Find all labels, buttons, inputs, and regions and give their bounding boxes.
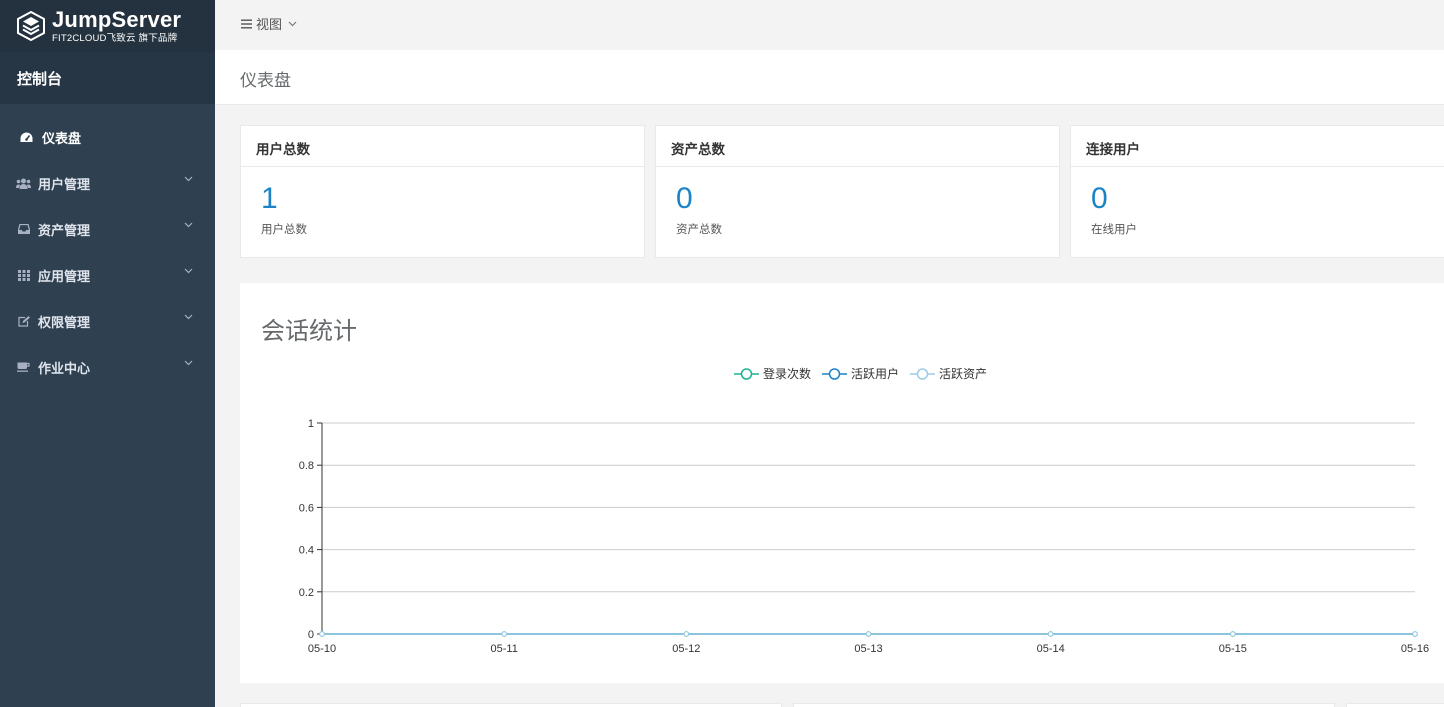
- x-tick-label: 05-11: [491, 643, 518, 655]
- legend-item-active-users[interactable]: 活跃用户: [822, 365, 899, 382]
- x-tick-label: 05-16: [1401, 643, 1429, 655]
- sidebar-item-label: 资产管理: [38, 222, 91, 238]
- users-icon: [16, 176, 31, 191]
- card-title: 资产总数: [656, 126, 1059, 167]
- grid-icon: [16, 268, 31, 283]
- sidebar-item-label: 应用管理: [38, 268, 91, 284]
- session-stats-panel: 0 0.2 0.4 0.6 0.8 1 05-10 05-11 05-12 05-13 05-14 0…: [240, 283, 1444, 683]
- y-tick-label: 1: [308, 418, 314, 430]
- x-tick-label: 05-13: [854, 643, 882, 655]
- x-tick-label: 05-12: [672, 643, 700, 655]
- card-subtitle: 资产总数: [676, 224, 722, 236]
- brand[interactable]: JumpServer FIT2CLOUD飞致云 旗下品牌: [0, 0, 215, 52]
- legend-item-active-assets[interactable]: 活跃资产: [910, 365, 987, 382]
- chart-title: 会话统计: [261, 318, 357, 345]
- bottom-panel-left: [240, 703, 782, 707]
- menu-icon: [241, 19, 252, 28]
- x-tick-label: 05-15: [1219, 643, 1247, 655]
- coffee-icon: [16, 360, 31, 375]
- bottom-panel-right: [1346, 703, 1444, 707]
- legend-label: 登录次数: [763, 367, 812, 381]
- data-point: [865, 631, 872, 637]
- x-tick-label: 05-10: [308, 643, 336, 655]
- legend-item-login-count[interactable]: 登录次数: [734, 365, 811, 382]
- legend-marker-icon: [734, 367, 759, 380]
- sidebar-item-dashboard[interactable]: 仪表盘: [0, 114, 215, 160]
- console-label: 控制台: [0, 52, 215, 104]
- card-subtitle: 在线用户: [1091, 224, 1137, 236]
- data-point: [501, 631, 507, 637]
- sidebar-item-permission-management[interactable]: 权限管理: [0, 298, 215, 344]
- session-stats-chart: 0 0.2 0.4 0.6 0.8 1 05-10 05-11 05-12 05-13 05-14 0…: [299, 418, 1429, 655]
- chevron-down-icon: [184, 360, 193, 366]
- stat-card-total-users: 用户总数 1 用户总数: [240, 125, 645, 258]
- legend-label: 活跃资产: [939, 367, 988, 381]
- view-menu-label: 视图: [256, 17, 283, 32]
- bottom-panel-middle: [793, 703, 1335, 707]
- data-point: [319, 631, 325, 637]
- sidebar-item-label: 作业中心: [38, 360, 91, 376]
- chevron-down-icon: [288, 21, 297, 27]
- y-tick-label: 0.8: [299, 460, 314, 472]
- top-navbar: 视图: [215, 0, 1444, 50]
- y-tick-label: 0: [308, 629, 314, 641]
- stat-card-connected-users: 连接用户 0 在线用户: [1070, 125, 1444, 258]
- x-tick-label: 05-14: [1037, 643, 1065, 655]
- jumpserver-logo-icon: [17, 11, 45, 41]
- y-tick-label: 0.4: [299, 545, 314, 557]
- stat-card-total-assets: 资产总数 0 资产总数: [655, 125, 1060, 258]
- sidebar-item-label: 仪表盘: [42, 130, 82, 146]
- inbox-icon: [16, 222, 31, 237]
- view-menu-button[interactable]: 视图: [241, 14, 297, 33]
- brand-subtitle: FIT2CLOUD飞致云 旗下品牌: [52, 32, 178, 44]
- chevron-down-icon: [184, 314, 193, 320]
- data-point: [1230, 631, 1236, 637]
- card-value[interactable]: 0: [676, 184, 693, 214]
- edit-icon: [16, 314, 31, 329]
- page-title: 仪表盘: [240, 71, 291, 90]
- page-heading: 仪表盘: [215, 50, 1444, 105]
- data-point: [683, 631, 690, 637]
- card-value[interactable]: 1: [261, 184, 278, 214]
- sidebar-item-label: 用户管理: [38, 176, 91, 192]
- sidebar-item-asset-management[interactable]: 资产管理: [0, 206, 215, 252]
- card-title: 连接用户: [1071, 126, 1444, 167]
- chevron-down-icon: [184, 268, 193, 274]
- sidebar-item-job-center[interactable]: 作业中心: [0, 344, 215, 390]
- legend-marker-icon: [822, 367, 848, 380]
- chevron-down-icon: [184, 222, 193, 228]
- legend-marker-icon: [910, 367, 936, 380]
- sidebar: JumpServer FIT2CLOUD飞致云 旗下品牌 控制台 仪表盘 用户管…: [0, 0, 215, 707]
- y-tick-label: 0.6: [299, 502, 314, 514]
- sidebar-item-app-management[interactable]: 应用管理: [0, 252, 215, 298]
- data-point: [1412, 631, 1418, 637]
- data-point: [1047, 631, 1054, 637]
- brand-name: JumpServer: [52, 6, 182, 32]
- sidebar-nav: 仪表盘 用户管理 资产管理 应用管理 权限管理 作业中心: [0, 104, 215, 390]
- sidebar-item-user-management[interactable]: 用户管理: [0, 160, 215, 206]
- chart-legend: 登录次数 活跃用户 活跃资产: [734, 365, 998, 382]
- dashboard-icon: [19, 130, 34, 145]
- chevron-down-icon: [184, 176, 193, 182]
- y-tick-label: 0.2: [299, 587, 314, 599]
- card-title: 用户总数: [241, 126, 644, 167]
- sidebar-item-label: 权限管理: [38, 314, 91, 330]
- card-subtitle: 用户总数: [261, 224, 307, 236]
- card-value[interactable]: 0: [1091, 184, 1108, 214]
- legend-label: 活跃用户: [851, 367, 900, 381]
